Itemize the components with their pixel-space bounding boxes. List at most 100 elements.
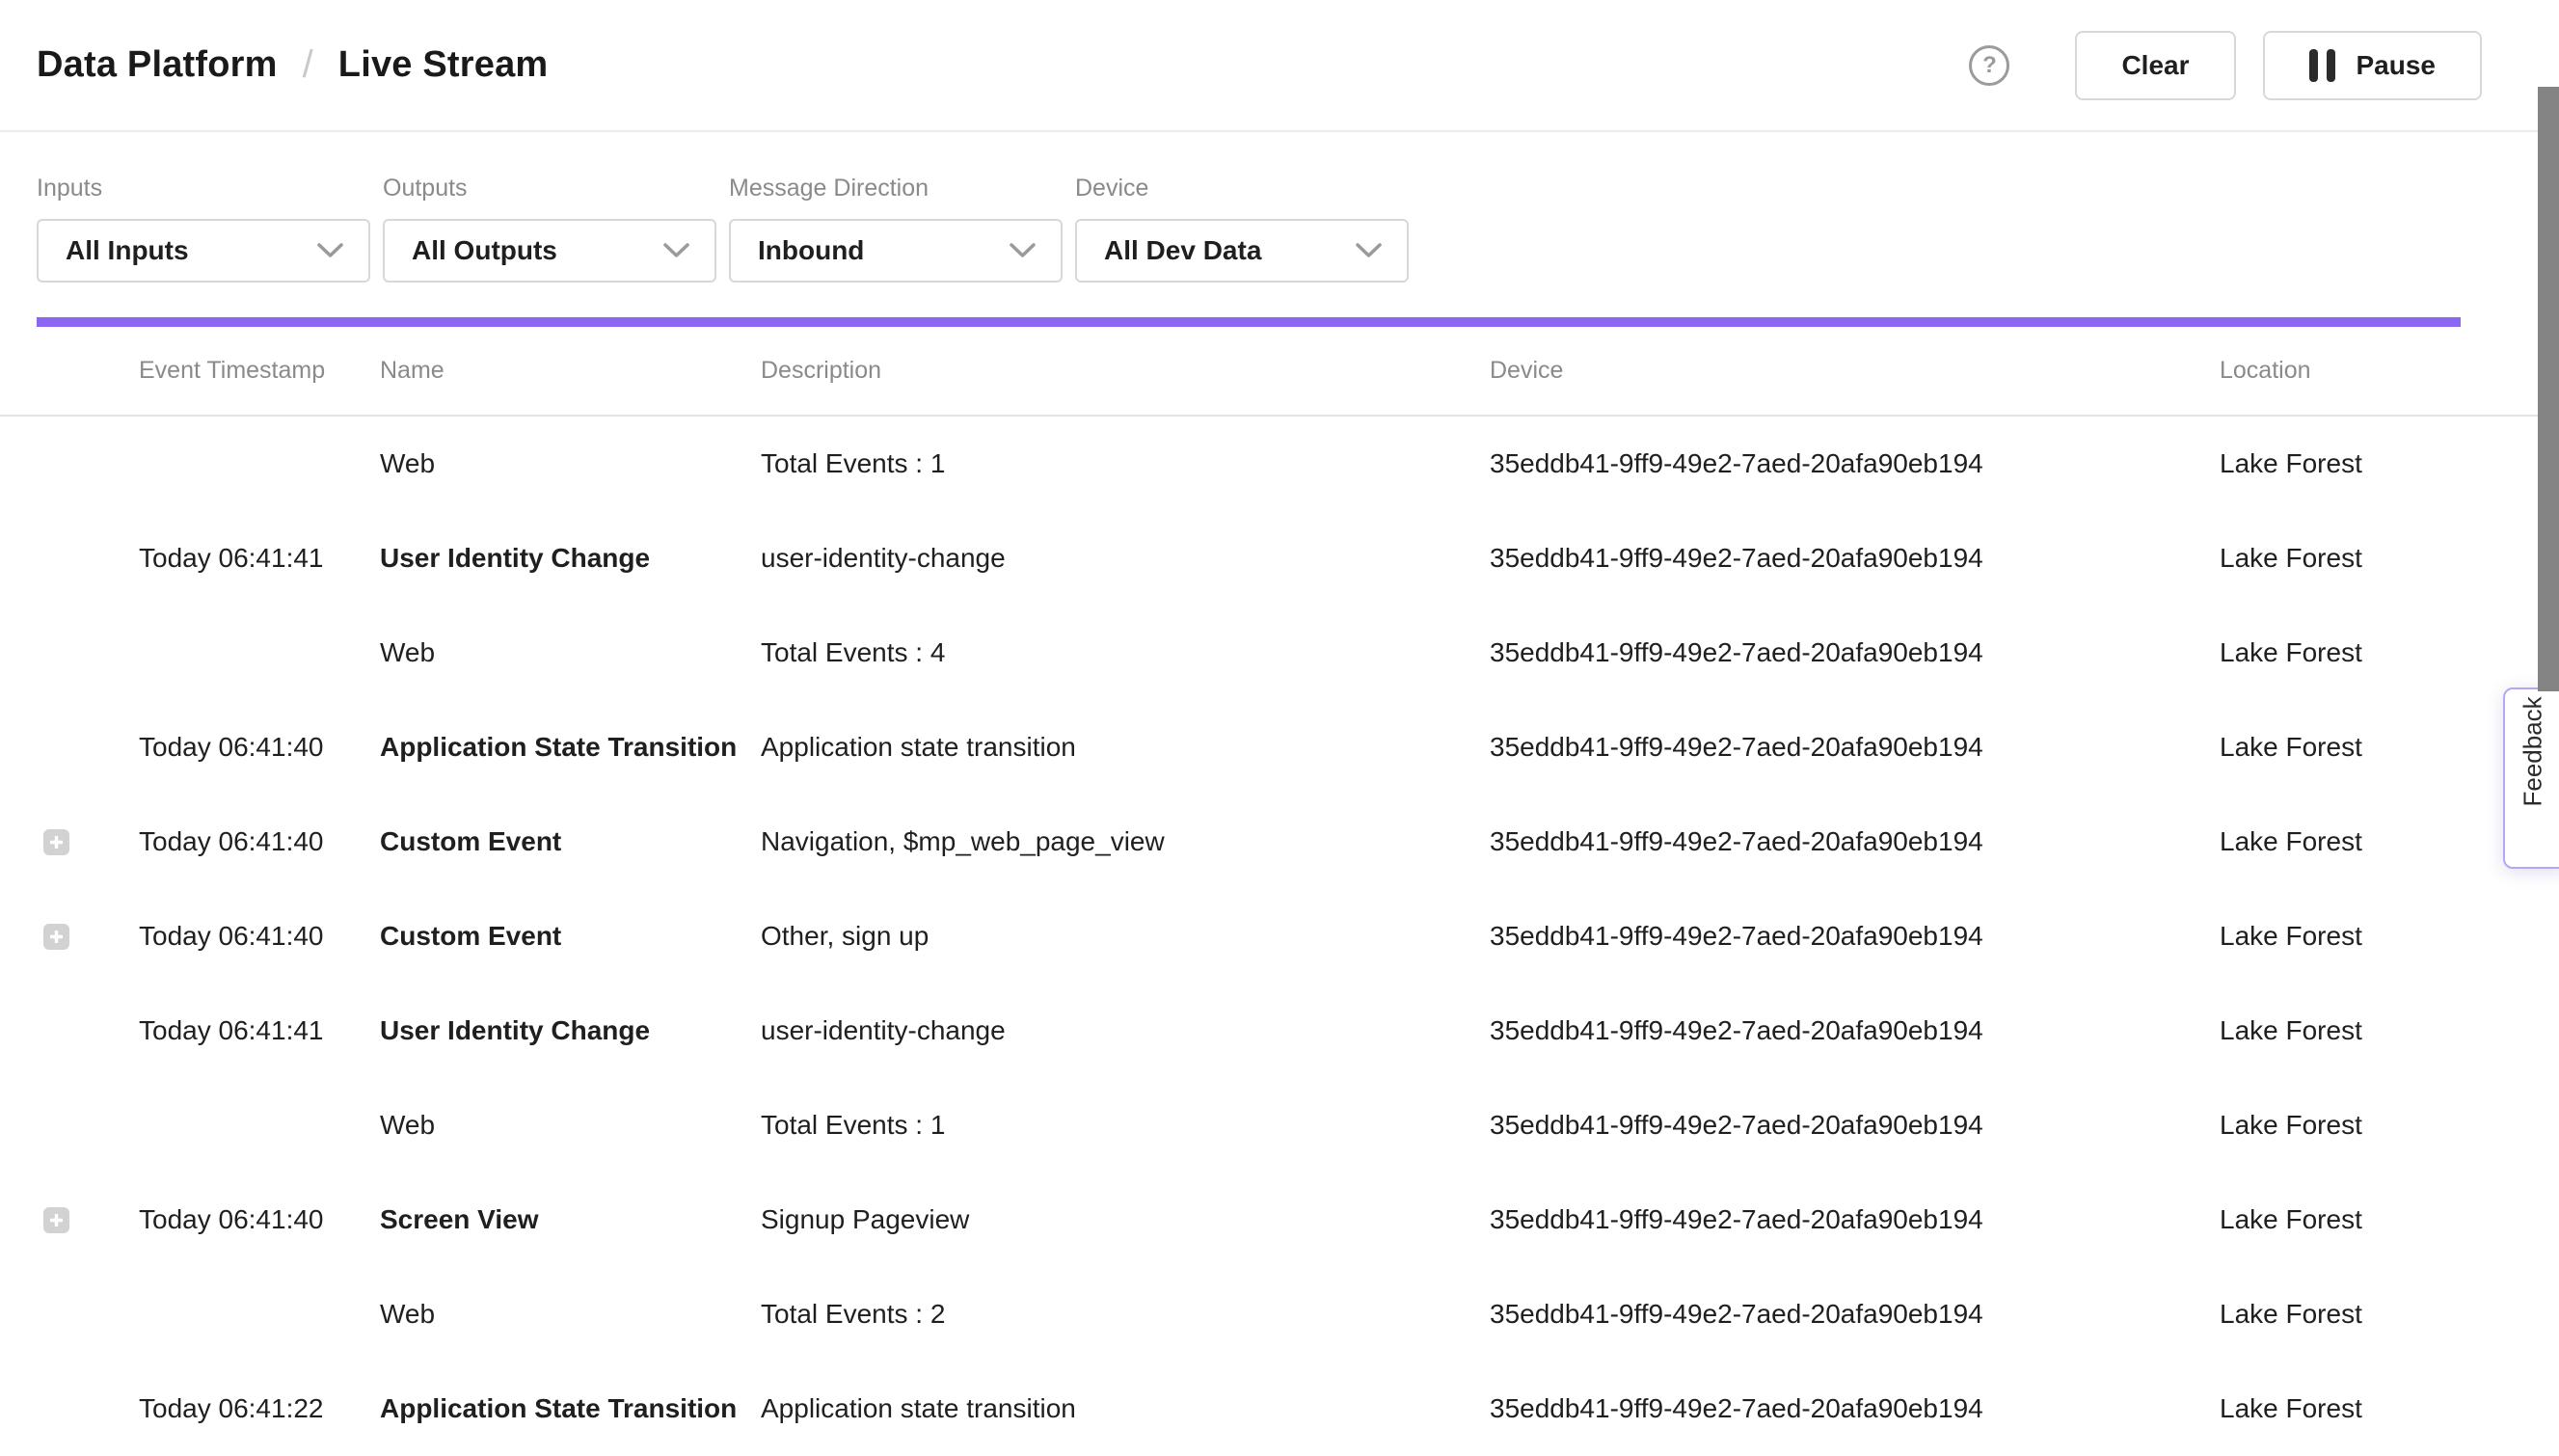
event-device: 35eddb41-9ff9-49e2-7aed-20afa90eb194 (1490, 1015, 2220, 1046)
event-name: User Identity Change (380, 1015, 761, 1046)
table-row[interactable]: Today 06:41:22 Application State Transit… (0, 1362, 2559, 1456)
pause-button-label: Pause (2357, 50, 2437, 81)
inputs-filter: Inputs All Inputs (37, 175, 370, 283)
feedback-tab-label: Feedback (2519, 750, 2548, 806)
event-name: Custom Event (380, 921, 761, 952)
outputs-filter-value: All Outputs (412, 235, 557, 266)
pause-icon (2309, 49, 2335, 82)
column-header-location: Location (2220, 357, 2559, 385)
event-location: Lake Forest (2220, 1299, 2559, 1330)
chevron-down-icon (663, 243, 689, 258)
event-device: 35eddb41-9ff9-49e2-7aed-20afa90eb194 (1490, 732, 2220, 763)
filters-bar: Inputs All Inputs Outputs All Outputs Me… (0, 132, 2559, 283)
event-name: Screen View (380, 1204, 761, 1235)
event-device: 35eddb41-9ff9-49e2-7aed-20afa90eb194 (1490, 826, 2220, 857)
plus-icon (50, 1214, 63, 1227)
event-device: 35eddb41-9ff9-49e2-7aed-20afa90eb194 (1490, 1204, 2220, 1235)
feedback-tab[interactable]: Feedback (2503, 688, 2559, 869)
outputs-filter: Outputs All Outputs (383, 175, 716, 283)
outputs-filter-select[interactable]: All Outputs (383, 219, 716, 283)
breadcrumb-data-platform[interactable]: Data Platform (37, 44, 278, 86)
message-direction-filter-label: Message Direction (729, 175, 1063, 202)
outputs-filter-label: Outputs (383, 175, 716, 202)
clear-button[interactable]: Clear (2075, 31, 2235, 100)
event-description: Total Events : 1 (761, 1110, 1490, 1141)
clear-button-label: Clear (2121, 50, 2189, 81)
event-name: Web (380, 637, 761, 668)
table-row[interactable]: Today 06:41:40 Application State Transit… (0, 700, 2559, 795)
event-description: Navigation, $mp_web_page_view (761, 826, 1490, 857)
message-direction-filter-value: Inbound (758, 235, 864, 266)
breadcrumb-live-stream: Live Stream (338, 44, 549, 86)
event-device: 35eddb41-9ff9-49e2-7aed-20afa90eb194 (1490, 921, 2220, 952)
expander-cell (37, 1207, 139, 1233)
table-row[interactable]: Today 06:41:40 Custom Event Other, sign … (0, 889, 2559, 984)
chevron-down-icon (1010, 243, 1036, 258)
event-description: Application state transition (761, 1393, 1490, 1424)
inputs-filter-value: All Inputs (66, 235, 189, 266)
event-timestamp: Today 06:41:40 (139, 826, 380, 857)
expander-cell (37, 924, 139, 950)
event-device: 35eddb41-9ff9-49e2-7aed-20afa90eb194 (1490, 1393, 2220, 1424)
event-device: 35eddb41-9ff9-49e2-7aed-20afa90eb194 (1490, 1110, 2220, 1141)
event-name: Application State Transition (380, 1393, 761, 1424)
table-row[interactable]: Today 06:41:40 Custom Event Navigation, … (0, 795, 2559, 889)
expand-row-button[interactable] (43, 1207, 69, 1233)
event-timestamp: Today 06:41:41 (139, 1015, 380, 1046)
event-device: 35eddb41-9ff9-49e2-7aed-20afa90eb194 (1490, 448, 2220, 479)
table-row[interactable]: Web Total Events : 4 35eddb41-9ff9-49e2-… (0, 606, 2559, 700)
plus-icon (50, 930, 63, 943)
message-direction-filter-select[interactable]: Inbound (729, 219, 1063, 283)
event-name: Application State Transition (380, 732, 761, 763)
event-location: Lake Forest (2220, 543, 2559, 574)
event-timestamp: Today 06:41:40 (139, 732, 380, 763)
breadcrumb: Data Platform / Live Stream (37, 43, 548, 87)
table-row[interactable]: Web Total Events : 1 35eddb41-9ff9-49e2-… (0, 1078, 2559, 1173)
event-device: 35eddb41-9ff9-49e2-7aed-20afa90eb194 (1490, 637, 2220, 668)
chevron-down-icon (1356, 243, 1382, 258)
expand-row-button[interactable] (43, 924, 69, 950)
live-stream-accent-bar (37, 317, 2461, 327)
column-header-event-timestamp: Event Timestamp (139, 357, 380, 385)
column-header-device: Device (1490, 357, 2220, 385)
event-location: Lake Forest (2220, 637, 2559, 668)
event-name: Web (380, 1299, 761, 1330)
event-location: Lake Forest (2220, 1110, 2559, 1141)
event-location: Lake Forest (2220, 921, 2559, 952)
help-icon[interactable]: ? (1969, 45, 2009, 86)
event-description: user-identity-change (761, 543, 1490, 574)
table-row[interactable]: Today 06:41:41 User Identity Change user… (0, 511, 2559, 606)
event-timestamp: Today 06:41:40 (139, 921, 380, 952)
expander-cell (37, 829, 139, 855)
event-location: Lake Forest (2220, 1204, 2559, 1235)
message-direction-filter: Message Direction Inbound (729, 175, 1063, 283)
event-device: 35eddb41-9ff9-49e2-7aed-20afa90eb194 (1490, 1299, 2220, 1330)
top-bar-actions: ? Clear Pause (1969, 31, 2482, 100)
pause-button[interactable]: Pause (2263, 31, 2483, 100)
event-location: Lake Forest (2220, 448, 2559, 479)
event-name: Custom Event (380, 826, 761, 857)
event-description: Total Events : 2 (761, 1299, 1490, 1330)
table-row[interactable]: Web Total Events : 2 35eddb41-9ff9-49e2-… (0, 1267, 2559, 1362)
scrollbar-thumb[interactable] (2538, 87, 2559, 691)
table-row[interactable]: Today 06:41:41 User Identity Change user… (0, 984, 2559, 1078)
device-filter-select[interactable]: All Dev Data (1075, 219, 1409, 283)
live-stream-table: Event Timestamp Name Description Device … (0, 327, 2559, 1456)
event-timestamp: Today 06:41:22 (139, 1393, 380, 1424)
top-bar: Data Platform / Live Stream ? Clear Paus… (0, 0, 2559, 132)
event-device: 35eddb41-9ff9-49e2-7aed-20afa90eb194 (1490, 543, 2220, 574)
inputs-filter-label: Inputs (37, 175, 370, 202)
expand-row-button[interactable] (43, 829, 69, 855)
event-description: Total Events : 4 (761, 637, 1490, 668)
event-description: Other, sign up (761, 921, 1490, 952)
table-row[interactable]: Web Total Events : 1 35eddb41-9ff9-49e2-… (0, 417, 2559, 511)
chevron-down-icon (317, 243, 343, 258)
table-row[interactable]: Today 06:41:40 Screen View Signup Pagevi… (0, 1173, 2559, 1267)
event-name: User Identity Change (380, 543, 761, 574)
event-name: Web (380, 448, 761, 479)
device-filter: Device All Dev Data (1075, 175, 1409, 283)
table-header-row: Event Timestamp Name Description Device … (0, 327, 2559, 417)
inputs-filter-select[interactable]: All Inputs (37, 219, 370, 283)
plus-icon (50, 836, 63, 849)
event-location: Lake Forest (2220, 1393, 2559, 1424)
